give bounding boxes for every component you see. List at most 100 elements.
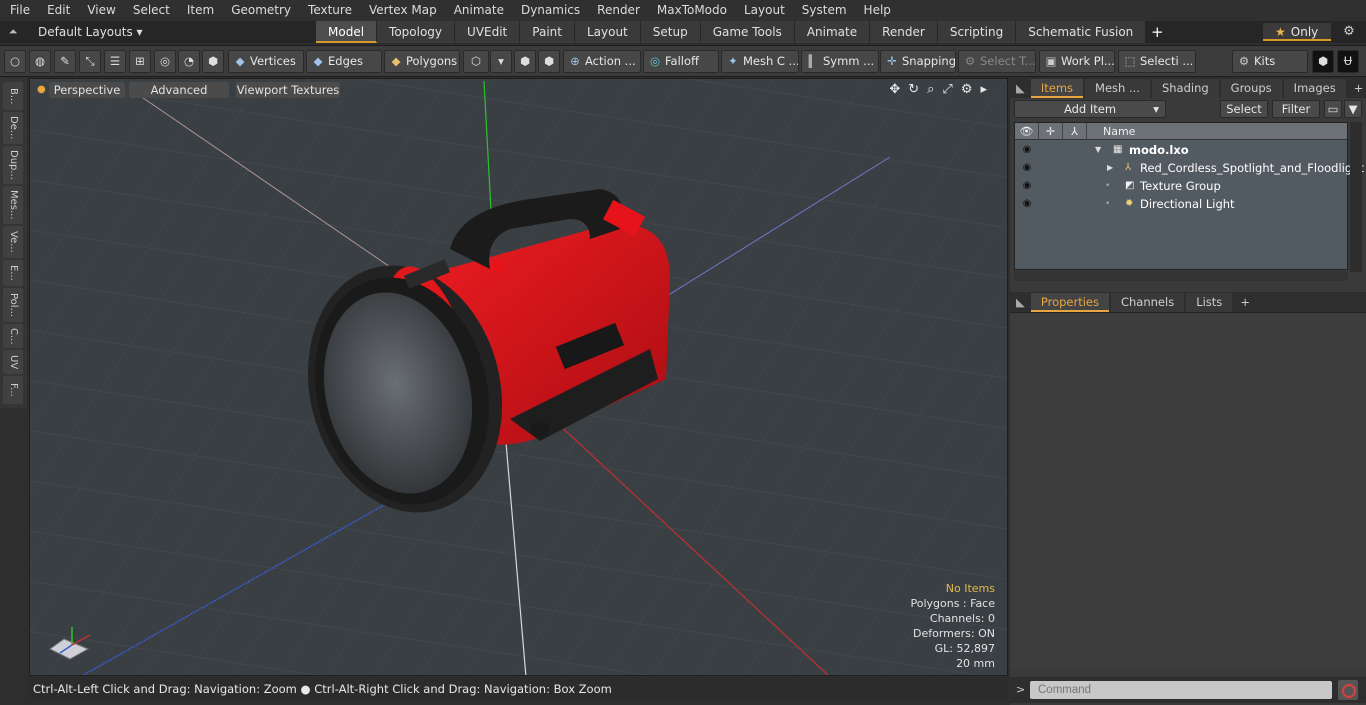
vtab-mesh-edit[interactable]: Mes...: [3, 186, 23, 224]
menu-geometry[interactable]: Geometry: [221, 0, 298, 21]
vertices-button[interactable]: ◆ Vertices: [228, 50, 304, 73]
vtab-fusion[interactable]: F...: [3, 376, 23, 404]
mesh-constraint-button[interactable]: ✦ Mesh C ...: [721, 50, 799, 73]
list-item-directional-light[interactable]: ◉ • ✹ Directional Light: [1015, 195, 1347, 213]
unreal-icon[interactable]: Ʉ: [1337, 50, 1359, 73]
selection-sets-button[interactable]: ⬚ Selecti ...: [1118, 50, 1196, 73]
tab-paint[interactable]: Paint: [520, 21, 575, 43]
command-input[interactable]: [1030, 681, 1332, 699]
filter-button[interactable]: Filter: [1272, 100, 1320, 118]
expand-icon[interactable]: ▸: [980, 82, 995, 97]
move-icon[interactable]: ✥: [889, 82, 908, 97]
vtab-deform[interactable]: De...: [3, 112, 23, 144]
vtab-uv[interactable]: UV: [3, 350, 23, 374]
vtab-edge[interactable]: E...: [3, 260, 23, 286]
3d-viewport[interactable]: ● Perspective Advanced Viewport Textures…: [29, 78, 1008, 676]
vtab-polygon[interactable]: Pol...: [3, 288, 23, 322]
visibility-column-icon[interactable]: 👁: [1015, 123, 1039, 140]
menu-animate[interactable]: Animate: [444, 0, 511, 21]
menu-texture[interactable]: Texture: [298, 0, 359, 21]
unity-icon[interactable]: ⬢: [1312, 50, 1334, 73]
settings-icon[interactable]: ⚙: [961, 82, 981, 97]
name-column-header[interactable]: Name: [1087, 123, 1347, 140]
tab-layout[interactable]: Layout: [574, 21, 641, 43]
vtab-basic[interactable]: B...: [3, 82, 23, 110]
tab-items[interactable]: Items: [1030, 79, 1084, 98]
tab-game-tools[interactable]: Game Tools: [700, 21, 795, 43]
vtab-vertex[interactable]: Ve...: [3, 226, 23, 258]
layout-selector[interactable]: Default Layouts ▾: [26, 25, 316, 39]
menu-edit[interactable]: Edit: [37, 0, 77, 21]
tab-mesh-ops[interactable]: Mesh ...: [1085, 79, 1150, 98]
menu-system[interactable]: System: [792, 0, 854, 21]
collapse-triangle-icon[interactable]: ▼: [1095, 141, 1101, 159]
action-center-button[interactable]: ⊕ Action ...: [563, 50, 641, 73]
list-item-mesh-group[interactable]: ◉ ▶ ⅄ Red_Cordless_Spotlight_and_Floodli…: [1015, 159, 1364, 177]
fit-icon[interactable]: ⤢: [942, 82, 960, 97]
perspective-button[interactable]: Perspective: [49, 82, 125, 98]
expand-triangle-icon[interactable]: ▶: [1107, 159, 1113, 177]
shield-icon[interactable]: ⬢: [202, 50, 224, 73]
zoom-icon[interactable]: ⌕: [927, 82, 942, 97]
tab-model[interactable]: Model: [316, 21, 378, 43]
kits-button[interactable]: ⚙ Kits: [1232, 50, 1308, 73]
vtab-duplicate[interactable]: Dup...: [3, 146, 23, 184]
tab-topology[interactable]: Topology: [377, 21, 456, 43]
polygons-button[interactable]: ◆ Polygons: [384, 50, 460, 73]
clock-icon[interactable]: ◔: [178, 50, 200, 73]
collapse-icon[interactable]: ▭: [1324, 100, 1342, 118]
add-item-button[interactable]: Add Item ▾: [1014, 100, 1166, 118]
grid-icon[interactable]: ⊞: [129, 50, 151, 73]
menu-layout[interactable]: Layout: [734, 0, 792, 21]
globe-icon[interactable]: ◍: [29, 50, 51, 73]
only-toggle[interactable]: ★ Only: [1263, 23, 1331, 41]
visibility-eye-icon[interactable]: ◉: [1019, 141, 1035, 159]
visibility-eye-icon[interactable]: ◉: [1019, 177, 1035, 195]
symmetry-x-icon[interactable]: ⬢: [514, 50, 536, 73]
menu-item[interactable]: Item: [177, 0, 221, 21]
list-item-texture-group[interactable]: ◉ • ◩ Texture Group: [1015, 177, 1347, 195]
add-panel-tab-icon[interactable]: +: [1348, 79, 1366, 98]
menu-dynamics[interactable]: Dynamics: [511, 0, 587, 21]
add-tab-icon[interactable]: +: [1146, 21, 1168, 43]
layout-up-icon[interactable]: ⏶: [0, 25, 26, 39]
dropdown-arrow-icon[interactable]: ▾: [490, 50, 512, 73]
tab-images[interactable]: Images: [1283, 79, 1346, 98]
work-plane-button[interactable]: ▣ Work Pl...: [1039, 50, 1115, 73]
tab-lists[interactable]: Lists: [1186, 293, 1233, 312]
list-item-scene[interactable]: ◉ ▼ ▦ modo.lxo: [1015, 141, 1347, 159]
visibility-eye-icon[interactable]: ◉: [1019, 159, 1035, 177]
panel-menu-icon[interactable]: ◣: [1012, 79, 1029, 98]
tab-animate[interactable]: Animate: [794, 21, 871, 43]
circle-select-icon[interactable]: ○: [4, 50, 26, 73]
tab-groups[interactable]: Groups: [1220, 79, 1282, 98]
menu-render[interactable]: Render: [587, 0, 647, 21]
align-icon[interactable]: ☰: [104, 50, 126, 73]
viewport-textures-button[interactable]: Viewport Textures: [236, 82, 340, 98]
menu-help[interactable]: Help: [854, 0, 898, 21]
menu-select[interactable]: Select: [123, 0, 177, 21]
select-through-button[interactable]: ⚙ Select T...: [958, 50, 1036, 73]
vtab-curve[interactable]: C...: [3, 324, 23, 348]
select-button[interactable]: Select: [1220, 100, 1268, 118]
symmetry-y-icon[interactable]: ⬢: [538, 50, 560, 73]
command-record-icon[interactable]: [1338, 680, 1358, 700]
brush-icon[interactable]: ⤡: [79, 50, 101, 73]
tab-schematic-fusion[interactable]: Schematic Fusion: [1016, 21, 1147, 43]
symmetry-button[interactable]: ▍ Symm ...: [801, 50, 879, 73]
menu-vertex-map[interactable]: Vertex Map: [359, 0, 444, 21]
item-list-scrollbar[interactable]: [1350, 122, 1362, 272]
lock-column-icon[interactable]: ✛: [1039, 123, 1063, 140]
tab-shading[interactable]: Shading: [1151, 79, 1219, 98]
menu-view[interactable]: View: [77, 0, 122, 21]
edges-button[interactable]: ◆ Edges: [306, 50, 382, 73]
item-list-resize-handle[interactable]: [1014, 271, 1348, 281]
snapping-button[interactable]: ✛ Snapping: [880, 50, 956, 73]
type-column-icon[interactable]: ⅄: [1063, 123, 1087, 140]
tab-scripting[interactable]: Scripting: [937, 21, 1017, 43]
box-icon[interactable]: ◎: [154, 50, 176, 73]
menu-maxtomodo[interactable]: MaxToModo: [647, 0, 734, 21]
rotate-icon[interactable]: ↻: [908, 82, 927, 97]
material-icon[interactable]: ⬡: [463, 50, 489, 73]
panel-menu-icon[interactable]: ◣: [1012, 293, 1029, 312]
